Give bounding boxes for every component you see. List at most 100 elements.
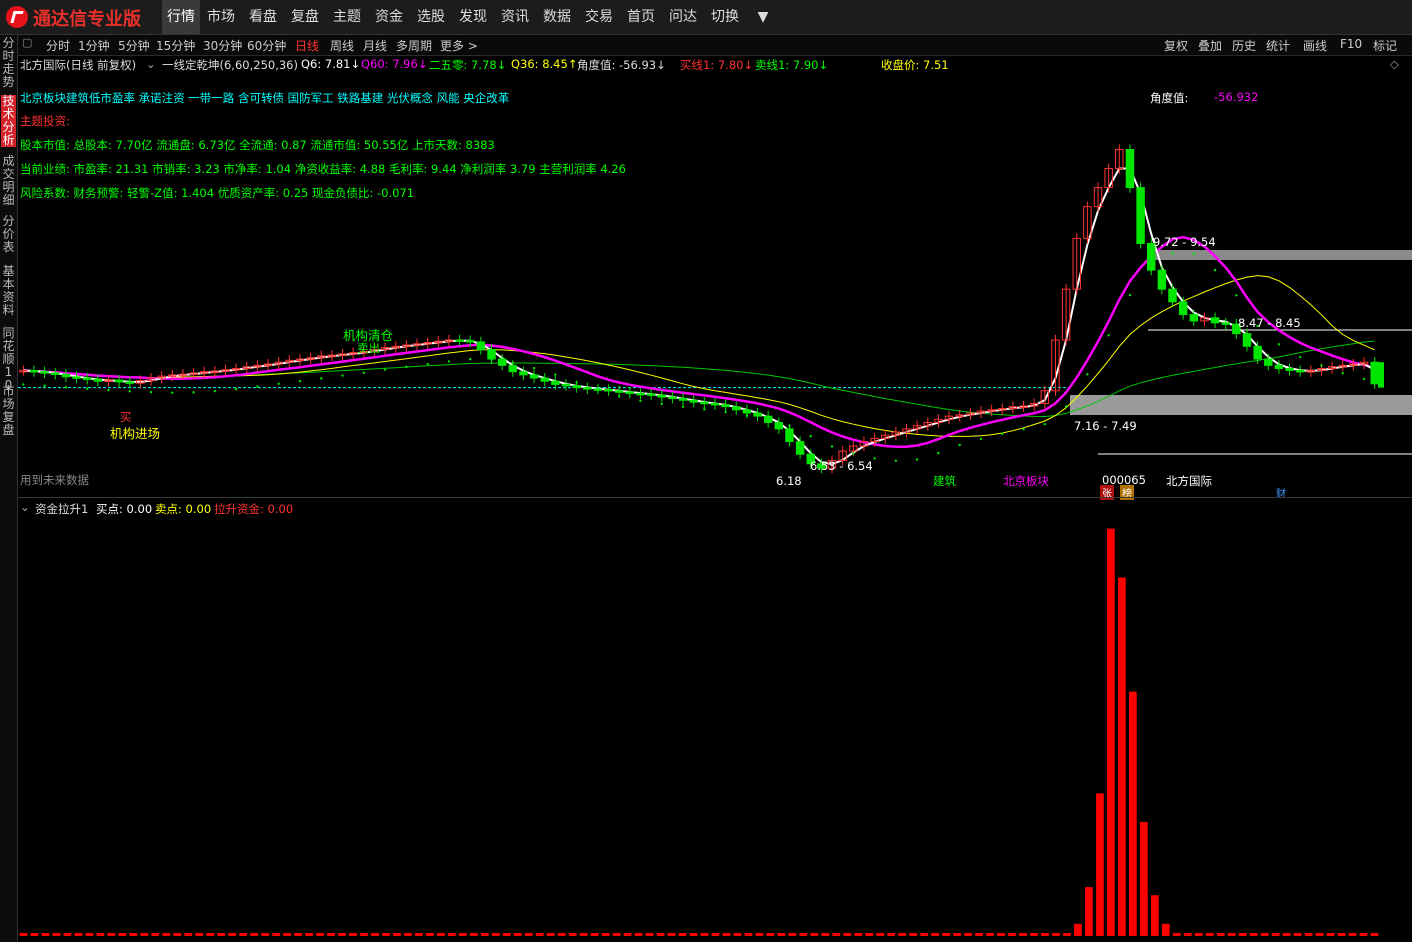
fund-bar (140, 933, 149, 936)
trail-dot (979, 437, 983, 441)
candle-body (72, 376, 81, 379)
menu-item-12[interactable]: 问达 (662, 0, 704, 34)
fund-bar (942, 933, 950, 936)
left-tab-6[interactable]: 市场复盘 (1, 385, 16, 437)
sell-out-label: 卖出 (357, 341, 380, 355)
fund-bar (19, 933, 28, 936)
menu-item-10[interactable]: 交易 (578, 0, 620, 34)
fund-bar (1129, 691, 1137, 936)
menu-item-11[interactable]: 首页 (620, 0, 662, 34)
menu-item-1[interactable]: 市场 (200, 0, 242, 34)
fund-bar (689, 933, 698, 936)
tool-3[interactable]: 统计 (1266, 37, 1290, 54)
angle-label-value: -56.932 (1214, 90, 1259, 104)
trail-dot (617, 395, 621, 398)
fund-bar (1370, 933, 1379, 936)
fund-bar (1052, 933, 1060, 936)
left-tab-0[interactable]: 分时走势 (1, 37, 16, 89)
left-tab-3[interactable]: 分价表 (1, 215, 16, 254)
trail-dot (341, 374, 344, 377)
menu-item-8[interactable]: 资讯 (494, 0, 536, 34)
candle-body (583, 387, 592, 390)
sub-indicator-toggle-icon[interactable]: ⌄ (20, 500, 30, 514)
fund-bar (843, 933, 852, 936)
candle-body (1285, 368, 1294, 371)
fund-rise-chart[interactable] (18, 516, 1412, 942)
period-6[interactable]: 日线 (295, 37, 319, 54)
period-9[interactable]: 多周期 (396, 37, 432, 54)
trail-dot (1001, 432, 1004, 435)
period-10[interactable]: 更多 > (440, 37, 478, 54)
sub-buy-point: 买点: 0.00 (96, 502, 153, 516)
candle-body (572, 385, 581, 389)
fund-bar (283, 933, 291, 936)
left-tab-2[interactable]: 成交明细 (1, 155, 16, 207)
trail-dot (22, 383, 25, 386)
period-7[interactable]: 周线 (330, 37, 354, 54)
sub-indicator-name[interactable]: 资金拉升1 (35, 501, 88, 517)
period-0[interactable]: 分时 (46, 37, 70, 54)
fund-bar (151, 933, 160, 936)
menu-item-3[interactable]: 复盘 (284, 0, 326, 34)
candle-body (1253, 345, 1262, 360)
candle-body (710, 402, 720, 406)
period-8[interactable]: 月线 (363, 37, 387, 54)
left-tab-4[interactable]: 基本资料 (1, 265, 16, 317)
period-2[interactable]: 5分钟 (118, 37, 150, 54)
last-candle (1378, 362, 1384, 388)
menu-item-13[interactable]: 切换 (704, 0, 746, 34)
candle-body (795, 441, 805, 455)
period-4[interactable]: 30分钟 (203, 37, 242, 54)
fund-bar (590, 933, 599, 936)
panel-toggle-icon[interactable]: ▢ (22, 36, 32, 49)
tool-1[interactable]: 叠加 (1198, 37, 1222, 54)
fund-bar (162, 933, 171, 936)
fund-bar (294, 933, 302, 936)
trail-dot (809, 435, 812, 438)
left-tab-5[interactable]: 同花顺10 (1, 327, 16, 392)
menu-more-icon[interactable]: ▼ (752, 0, 774, 34)
fund-bar (953, 933, 961, 936)
tool-2[interactable]: 历史 (1232, 37, 1256, 54)
trail-dot (894, 459, 898, 462)
fund-bar (1293, 933, 1302, 936)
period-1[interactable]: 1分钟 (78, 37, 110, 54)
trail-dot (234, 388, 238, 391)
candle-body (82, 377, 92, 381)
range-label-2: 8.47 - 8.45 (1238, 316, 1301, 330)
trail-dot (64, 386, 68, 389)
menu-item-6[interactable]: 选股 (410, 0, 452, 34)
fund-bar (85, 933, 94, 936)
fund-bar (217, 933, 226, 936)
menu-item-7[interactable]: 发现 (452, 0, 494, 34)
trail-dot (43, 384, 46, 387)
left-tab-1[interactable]: 技术分析 (1, 95, 16, 147)
tag-name[interactable]: 北方国际 (1166, 473, 1212, 489)
fund-bar (1085, 887, 1093, 936)
tag-beijing[interactable]: 北京板块 (1003, 473, 1049, 489)
fund-bar (448, 933, 456, 936)
tool-5[interactable]: F10 (1340, 37, 1362, 51)
period-3[interactable]: 15分钟 (156, 37, 195, 54)
main-kline-chart[interactable] (18, 56, 1412, 496)
menu-item-0[interactable]: 行情 (162, 0, 200, 34)
menu-item-2[interactable]: 看盘 (242, 0, 284, 34)
fund-bar (1282, 933, 1291, 936)
tool-4[interactable]: 画线 (1303, 37, 1327, 54)
menu-item-5[interactable]: 资金 (368, 0, 410, 34)
trail-dot (1213, 268, 1217, 272)
fund-bar (964, 933, 972, 936)
menu-item-4[interactable]: 主题 (326, 0, 368, 34)
trail-dot (596, 389, 600, 392)
tool-6[interactable]: 标记 (1373, 37, 1397, 54)
menu-item-9[interactable]: 数据 (536, 0, 578, 34)
fund-bar (349, 933, 357, 936)
candle-body (1295, 369, 1305, 373)
panel-divider[interactable] (18, 497, 1412, 498)
tag-build[interactable]: 建筑 (933, 473, 956, 489)
fund-bar (986, 933, 994, 936)
fund-bar (722, 933, 731, 936)
tool-0[interactable]: 复权 (1164, 37, 1188, 54)
logo-icon (6, 6, 28, 28)
period-5[interactable]: 60分钟 (247, 37, 286, 54)
